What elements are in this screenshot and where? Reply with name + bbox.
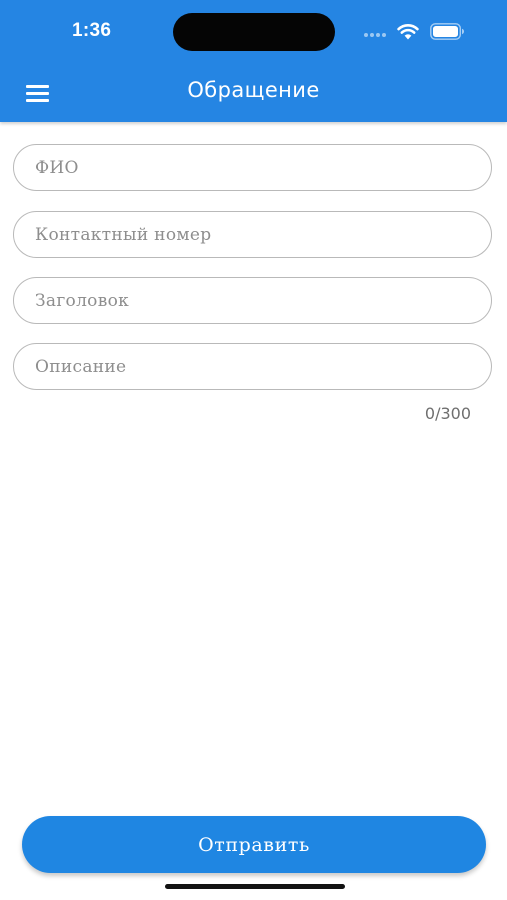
contact-number-field [13,211,492,258]
subject-field [13,277,492,324]
status-time: 1:36 [72,20,112,41]
dynamic-island [173,13,335,51]
wifi-icon [397,24,419,40]
description-character-counter: 0/300 [424,404,471,423]
full-name-input[interactable] [14,145,491,190]
contact-number-input[interactable] [14,212,491,257]
battery-icon [430,23,464,40]
app-header: 1:36 Обращение [0,0,507,122]
page-title: Обращение [187,78,320,102]
submit-button[interactable]: Отправить [22,816,486,873]
subject-input[interactable] [14,278,491,323]
cellular-signal-icon [364,33,390,37]
home-indicator[interactable] [165,884,345,889]
description-input[interactable] [14,344,491,389]
description-field [13,343,492,390]
full-name-field [13,144,492,191]
